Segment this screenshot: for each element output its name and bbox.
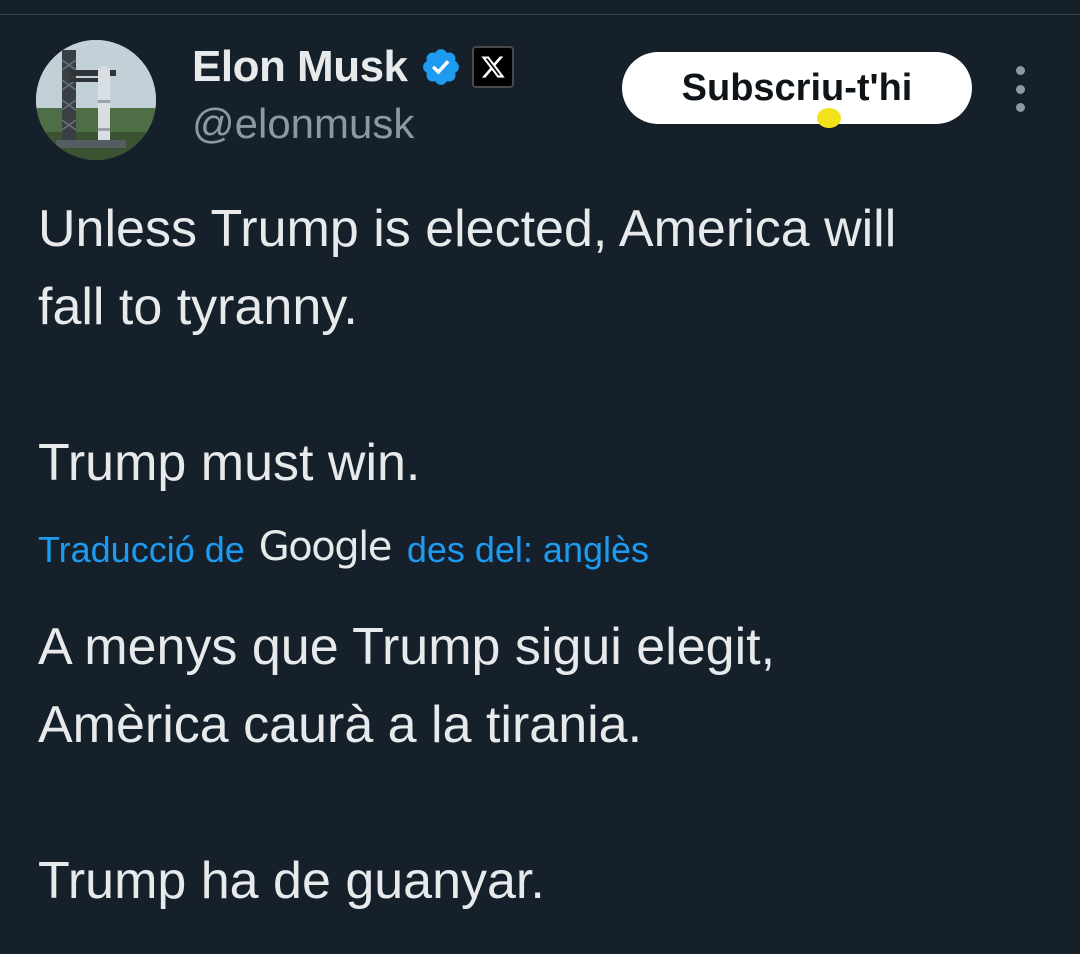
translation-prefix[interactable]: Traducció de	[38, 529, 245, 571]
tweet-text: Unless Trump is elected, America will fa…	[38, 200, 897, 492]
translation-attribution: Traducció de Google des del: anglès	[38, 522, 649, 578]
more-vertical-icon[interactable]	[1004, 66, 1036, 112]
translated-tweet-text: A menys que Trump sigui elegit, Amèrica …	[38, 618, 776, 910]
more-dot	[1015, 66, 1025, 75]
more-dot	[1015, 84, 1025, 94]
tweet-header: Elon Musk @elonmusk Subscriu-t'hi	[0, 0, 1080, 170]
author-display-name[interactable]: Elon Musk	[192, 42, 408, 92]
rocket-launch-tower-icon	[36, 40, 156, 160]
author-handle[interactable]: @elonmusk	[192, 100, 414, 148]
translation-source-language[interactable]: des del: anglès	[407, 529, 649, 571]
verified-badge-icon[interactable]	[420, 46, 462, 88]
touch-indicator	[817, 108, 841, 128]
x-logo-icon[interactable]	[471, 46, 514, 88]
subscribe-button[interactable]: Subscriu-t'hi	[622, 52, 972, 124]
more-dot	[1015, 103, 1025, 112]
author-name-row: Elon Musk	[192, 40, 514, 94]
google-logo-icon: Google	[258, 524, 393, 570]
avatar[interactable]	[36, 40, 156, 160]
